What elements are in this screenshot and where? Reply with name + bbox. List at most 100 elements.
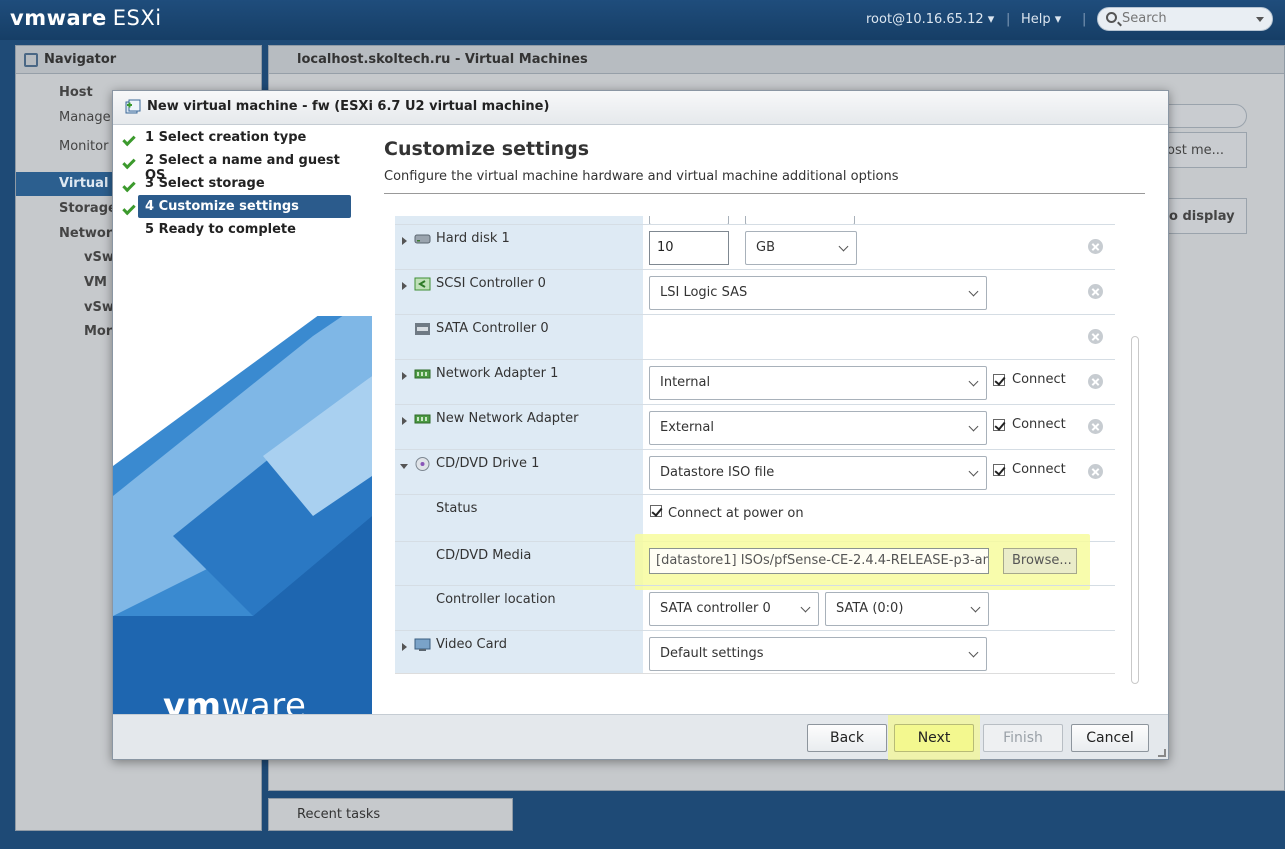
network-1-connect-checkbox[interactable] — [993, 374, 1005, 386]
scrollbar-thumb[interactable] — [1131, 336, 1139, 684]
main-header: localhost.skoltech.ru - Virtual Machines — [269, 46, 1284, 74]
step-customize-settings[interactable]: 4 Customize settings — [138, 195, 351, 218]
separator: | — [1082, 12, 1087, 27]
chevron-down-icon — [838, 241, 849, 252]
chevron-right-icon[interactable] — [402, 643, 407, 651]
network-adapter-1-row: Network Adapter 1 Internal Connect — [395, 359, 1115, 404]
resize-handle-icon[interactable] — [1158, 749, 1166, 757]
chevron-down-icon — [968, 286, 979, 297]
remove-icon[interactable] — [1088, 419, 1103, 434]
step-select-name[interactable]: 2 Select a name and guest OS — [138, 149, 351, 183]
main-fragment-host: ost me... — [1167, 143, 1225, 158]
chevron-down-icon[interactable] — [400, 464, 408, 469]
navigator-icon — [24, 53, 38, 67]
controller-location-label: Controller location — [436, 592, 556, 607]
controller-location-row: Controller location SATA controller 0 SA… — [395, 585, 1115, 630]
sata-controller-row: SATA Controller 0 — [395, 314, 1115, 359]
main-title: localhost.skoltech.ru - Virtual Machines — [297, 52, 588, 67]
network-1-connect-label: Connect — [1012, 372, 1066, 387]
remove-icon[interactable] — [1088, 284, 1103, 299]
chevron-down-icon — [968, 647, 979, 658]
scsi-controller-icon — [414, 277, 431, 291]
sata-controller-label: SATA Controller 0 — [436, 321, 549, 336]
cd-dvd-icon — [415, 457, 430, 471]
chevron-right-icon[interactable] — [402, 282, 407, 290]
scsi-controller-label: SCSI Controller 0 — [436, 276, 546, 291]
chevron-right-icon[interactable] — [402, 417, 407, 425]
next-button[interactable]: Next — [894, 724, 974, 752]
sata-controller-icon — [415, 323, 430, 335]
cd-media-row: CD/DVD Media [datastore1] ISOs/pfSense-C… — [395, 534, 1115, 590]
chevron-down-icon[interactable] — [1256, 17, 1264, 22]
help-menu[interactable]: Help ▾ — [1021, 12, 1061, 27]
finish-button[interactable]: Finish — [983, 724, 1063, 752]
hard-disk-icon — [414, 234, 431, 244]
video-card-select[interactable]: Default settings — [649, 637, 987, 671]
step-select-storage[interactable]: 3 Select storage — [138, 172, 351, 195]
new-vm-wizard: New virtual machine - fw (ESXi 6.7 U2 vi… — [112, 90, 1169, 760]
check-icon — [122, 178, 136, 193]
remove-icon[interactable] — [1088, 239, 1103, 254]
main-fragment-display: o display — [1169, 209, 1235, 224]
back-button[interactable]: Back — [807, 724, 887, 752]
remove-icon[interactable] — [1088, 464, 1103, 479]
new-vm-icon — [125, 99, 141, 114]
wizard-steps: 1 Select creation type 2 Select a name a… — [113, 126, 372, 714]
chevron-down-icon — [968, 466, 979, 477]
hard-disk-unit-select[interactable]: GB — [745, 231, 857, 265]
top-bar: vmware ESXi root@10.16.65.12 ▾ | Help ▾ | — [0, 0, 1285, 40]
connect-at-power-on-checkbox[interactable] — [650, 505, 662, 517]
wizard-title: New virtual machine - fw (ESXi 6.7 U2 vi… — [147, 99, 550, 114]
cd-media-label: CD/DVD Media — [436, 548, 532, 563]
step-ready-to-complete[interactable]: 5 Ready to complete — [138, 218, 351, 241]
chevron-down-icon — [800, 602, 811, 613]
controller-select[interactable]: SATA controller 0 — [649, 592, 819, 626]
page-title: Customize settings — [384, 138, 590, 160]
wizard-title-bar: New virtual machine - fw (ESXi 6.7 U2 vi… — [113, 91, 1168, 125]
nav-manage[interactable]: Manage — [59, 110, 111, 125]
hard-disk-size-input[interactable]: 10 — [649, 231, 729, 265]
network-adapter-icon — [414, 369, 431, 379]
connect-at-power-on-label: Connect at power on — [668, 506, 804, 521]
network-2-connect-checkbox[interactable] — [993, 419, 1005, 431]
nav-host[interactable]: Host — [59, 85, 93, 100]
customize-settings-pane: Customize settings Configure the virtual… — [372, 126, 1168, 714]
hard-disk-label: Hard disk 1 — [436, 231, 510, 246]
chevron-right-icon[interactable] — [402, 237, 407, 245]
cancel-button[interactable]: Cancel — [1071, 724, 1149, 752]
remove-icon[interactable] — [1088, 374, 1103, 389]
step-select-creation-type[interactable]: 1 Select creation type — [138, 126, 351, 149]
vmware-logo: vmware — [163, 686, 307, 714]
new-network-adapter-label: New Network Adapter — [436, 411, 579, 426]
network-2-connect-label: Connect — [1012, 417, 1066, 432]
cd-media-path-input[interactable]: [datastore1] ISOs/pfSense-CE-2.4.4-RELEA… — [649, 548, 989, 574]
search-icon — [1106, 12, 1117, 23]
controller-slot-select[interactable]: SATA (0:0) — [825, 592, 989, 626]
chevron-right-icon[interactable] — [402, 372, 407, 380]
cd-connect-label: Connect — [1012, 462, 1066, 477]
scsi-type-select[interactable]: LSI Logic SAS — [649, 276, 987, 310]
hardware-grid: Hard disk 1 10 GB SCSI Controller 0 LSI … — [395, 216, 1115, 674]
cd-dvd-type-select[interactable]: Datastore ISO file — [649, 456, 987, 490]
network-2-select[interactable]: External — [649, 411, 987, 445]
navigator-title: Navigator — [44, 52, 117, 67]
cd-connect-checkbox[interactable] — [993, 464, 1005, 476]
nav-monitor[interactable]: Monitor — [59, 139, 108, 154]
nav-vswitch-2[interactable]: vSw — [84, 300, 114, 315]
scsi-controller-row: SCSI Controller 0 LSI Logic SAS — [395, 269, 1115, 314]
nav-storage[interactable]: Storage — [59, 201, 117, 216]
recent-tasks-tab[interactable]: Recent tasks — [268, 798, 513, 831]
wizard-footer: Back Next Finish Cancel — [113, 714, 1168, 760]
browse-button[interactable]: Browse... — [1003, 548, 1077, 574]
user-menu[interactable]: root@10.16.65.12 ▾ — [866, 12, 994, 27]
separator: | — [1006, 12, 1011, 27]
check-icon — [122, 155, 136, 170]
esxi-logo: vmware ESXi — [10, 6, 162, 30]
network-1-select[interactable]: Internal — [649, 366, 987, 400]
cd-status-label: Status — [436, 501, 478, 516]
search-input[interactable] — [1122, 11, 1252, 26]
video-card-label: Video Card — [436, 637, 507, 652]
nav-vswitch-1[interactable]: vSw — [84, 250, 114, 265]
search-box[interactable] — [1097, 7, 1273, 31]
remove-icon[interactable] — [1088, 329, 1103, 344]
